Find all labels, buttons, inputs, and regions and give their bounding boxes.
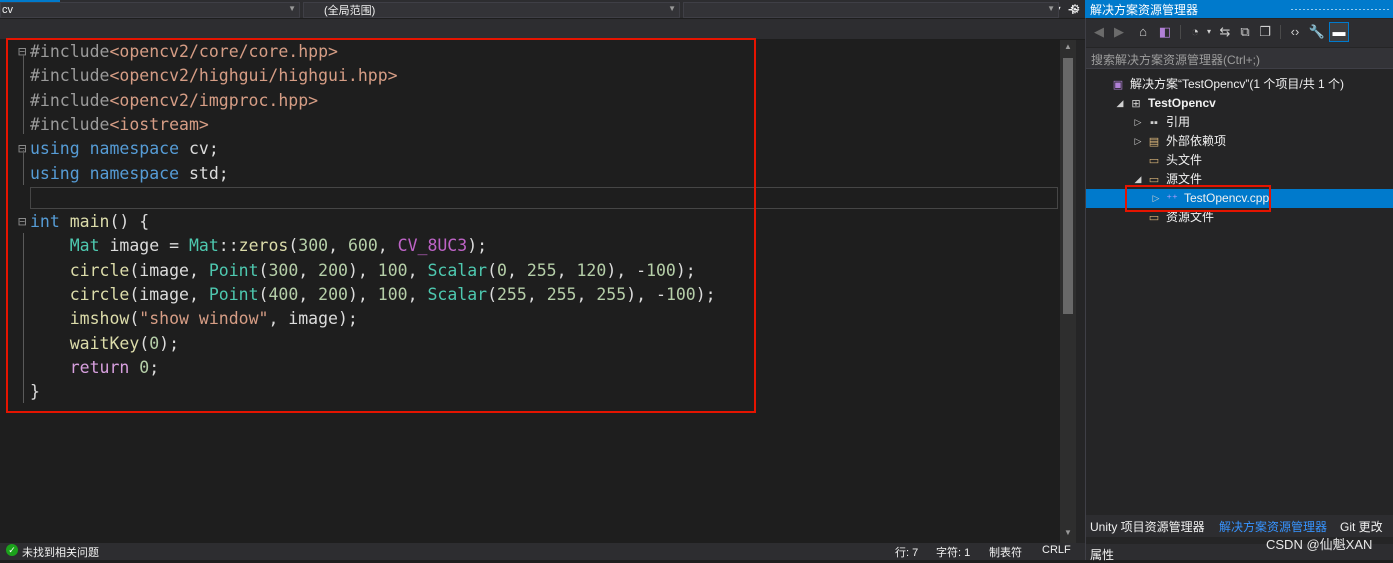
tree-item[interactable]: ▭ 头文件 [1086, 151, 1393, 170]
expand-arrow-icon[interactable]: ▷ [1132, 113, 1144, 132]
properties-label: 属性 [1090, 548, 1115, 562]
project-dropdown[interactable]: cv ▼ [0, 2, 300, 18]
tab-unity-explorer[interactable]: Unity 项目资源管理器 [1090, 518, 1205, 535]
preview-icon[interactable]: ▬ [1329, 22, 1349, 42]
scroll-down-icon[interactable]: ▼ [1062, 527, 1074, 539]
tree-item-label: 头文件 [1166, 153, 1203, 167]
solution-icon: ▣ [1112, 79, 1124, 91]
scope-dropdown-value: (全局范围) [324, 5, 376, 17]
solution-explorer-toolbar: ◀ ▶ ⌂ ◧ ◔ ▾ ⇆ ⧉ ❐ ‹› 🔧 ▬ [1086, 19, 1393, 47]
tree-highlight-box [1125, 185, 1271, 212]
solution-search-input[interactable]: 搜索解决方案资源管理器(Ctrl+;) [1086, 48, 1393, 69]
check-circle-icon: ✓ [6, 544, 18, 556]
scrollbar-thumb[interactable] [1063, 58, 1073, 314]
chevron-down-icon: ▼ [668, 4, 676, 13]
vs-switch-icon[interactable]: ◧ [1156, 23, 1174, 41]
drag-grip-icon[interactable] [1290, 8, 1390, 11]
chevron-down-icon: ▼ [288, 4, 296, 13]
tree-item-label: TestOpencv [1148, 96, 1216, 110]
panel-title: 解决方案资源管理器 [1090, 3, 1199, 17]
tree-item-label: 解决方案“TestOpencv”(1 个项目/共 1 个) [1130, 77, 1345, 91]
search-placeholder: 搜索解决方案资源管理器(Ctrl+;) [1091, 53, 1260, 67]
tree-item-label: 外部依赖项 [1166, 134, 1227, 148]
expand-arrow-icon[interactable]: ▷ [1132, 132, 1144, 151]
editor-margin [1076, 40, 1085, 543]
solution-explorer-title-bar[interactable]: 解决方案资源管理器 [1085, 0, 1393, 18]
collapse-all-icon[interactable]: ⧉ [1236, 23, 1254, 41]
status-line-ending[interactable]: CRLF [1042, 544, 1071, 556]
tab-solution-explorer[interactable]: 解决方案资源管理器 [1219, 518, 1327, 535]
code-editor[interactable]: ⊟ #include<opencv2/core/core.hpp> #include… [0, 38, 1060, 543]
filter-folder-icon: ▭ [1148, 212, 1160, 224]
properties-wrench-icon[interactable]: 🔧 [1308, 23, 1326, 41]
project-dropdown-value: cv [2, 4, 13, 16]
code-view-icon[interactable]: ‹› [1286, 23, 1304, 41]
external-deps-icon: ▤ [1148, 136, 1160, 148]
tree-item[interactable]: ▷ ▤ 外部依赖项 [1086, 132, 1393, 151]
split-window-icon[interactable]: ✛ [1062, 2, 1084, 18]
project-icon: ⊞ [1131, 98, 1141, 110]
scope-dropdown[interactable]: (全局范围) ▼ [303, 2, 680, 18]
back-icon[interactable]: ◀ [1090, 23, 1108, 41]
toolbar-separator [1280, 25, 1281, 39]
show-all-files-icon[interactable]: ❐ [1256, 23, 1274, 41]
status-column-number[interactable]: 字符: 1 [936, 544, 970, 560]
member-dropdown[interactable]: ▼ [683, 2, 1059, 18]
status-line-number[interactable]: 行: 7 [895, 544, 918, 560]
solution-tree: ▣ 解决方案“TestOpencv”(1 个项目/共 1 个) ◢ ⊞ TestOpen… [1086, 70, 1393, 515]
status-bar: ✓ 未找到相关问题 行: 7 字符: 1 制表符 CRLF [0, 543, 1085, 560]
status-message[interactable]: 未找到相关问题 [22, 544, 99, 560]
watermark-text: CSDN @仙魁XAN [1266, 537, 1373, 552]
home-icon[interactable]: ⌂ [1134, 23, 1152, 41]
tree-item[interactable]: ◢ ⊞ TestOpencv [1086, 94, 1393, 113]
collapse-arrow-icon[interactable]: ◢ [1114, 94, 1126, 113]
scroll-up-icon[interactable]: ▲ [1062, 41, 1074, 53]
tree-item[interactable]: ▷ ▪▪ 引用 [1086, 113, 1393, 132]
code-highlight-box [6, 38, 756, 413]
tree-item-label: 引用 [1166, 115, 1191, 129]
status-indent-mode[interactable]: 制表符 [989, 544, 1022, 560]
toolbar-separator [1180, 25, 1181, 39]
forward-icon[interactable]: ▶ [1110, 23, 1128, 41]
sync-icon[interactable]: ⇆ [1216, 23, 1234, 41]
navigation-bar [0, 19, 1085, 39]
tab-git-changes[interactable]: Git 更改 [1340, 518, 1383, 535]
filter-folder-icon: ▭ [1148, 155, 1160, 167]
chevron-down-icon: ▼ [1047, 4, 1055, 13]
tree-item[interactable]: ▣ 解决方案“TestOpencv”(1 个项目/共 1 个) [1086, 75, 1393, 94]
references-icon: ▪▪ [1150, 117, 1158, 129]
